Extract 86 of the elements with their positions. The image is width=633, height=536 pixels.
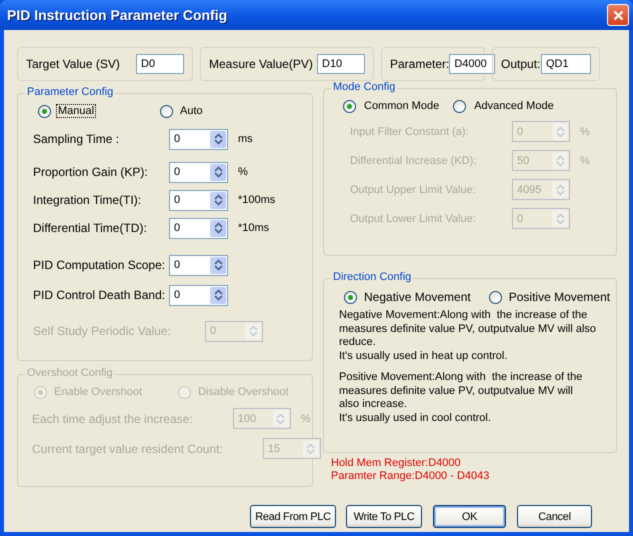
dialog-button[interactable]: OK bbox=[433, 505, 506, 528]
spin-buttons[interactable] bbox=[210, 220, 226, 236]
unit-label: % bbox=[238, 166, 248, 178]
spin-buttons[interactable] bbox=[210, 286, 226, 304]
spin-buttons[interactable] bbox=[210, 164, 226, 180]
up-down-arrows-icon bbox=[556, 154, 564, 166]
radio-label[interactable]: Common Mode bbox=[362, 99, 442, 113]
number-input[interactable]: 0 bbox=[170, 130, 209, 148]
up-down-arrows-icon bbox=[214, 222, 222, 234]
field-label: Output Lower Limit Value: bbox=[350, 212, 477, 224]
spin-box[interactable]: 0 bbox=[169, 128, 228, 150]
up-down-arrows-icon bbox=[214, 259, 222, 271]
number-input[interactable]: 0 bbox=[170, 162, 209, 182]
field-label: Differential Time(TD): bbox=[32, 221, 148, 235]
number-input[interactable]: 0 bbox=[170, 190, 209, 210]
description-text: Negative Movement:Along with the increase of the measures definite value PV, outputvalue MV will also reduce. It's usually used in heat up control. bbox=[339, 309, 598, 363]
up-down-arrows-icon bbox=[214, 166, 222, 178]
input-field[interactable]: D4000 bbox=[449, 54, 496, 74]
group-title: Mode Config bbox=[331, 81, 398, 93]
spin-box[interactable]: 0 bbox=[169, 190, 228, 210]
radio-label[interactable]: Manual bbox=[56, 104, 96, 118]
unit-label: % bbox=[300, 412, 311, 424]
number-input[interactable]: 0 bbox=[170, 286, 209, 304]
field-label: Self Study Periodic Value: bbox=[32, 324, 172, 338]
up-down-arrows-icon bbox=[214, 289, 222, 301]
close-icon bbox=[612, 10, 624, 20]
field-label: Proportion Gain (KP): bbox=[32, 165, 149, 179]
description-text: Positive Movement:Along with the increase of the measures definite value PV, outputvalue MV will also increase. It's usually used in cool control. bbox=[339, 371, 584, 425]
spin-box[interactable]: 0 bbox=[169, 284, 228, 306]
field-label: PID Control Death Band: bbox=[32, 288, 166, 302]
unit-label: *10ms bbox=[238, 222, 270, 234]
field-label: Input Filter Constant (a): bbox=[350, 126, 470, 138]
radio-button[interactable] bbox=[488, 290, 502, 304]
field-label: Output: bbox=[501, 57, 540, 71]
register-info-text: Hold Mem Register:D4000 bbox=[331, 457, 462, 470]
up-down-arrows-icon bbox=[214, 194, 222, 206]
up-down-arrows-icon bbox=[276, 412, 286, 424]
radio-label[interactable]: Auto bbox=[178, 104, 205, 118]
group-title: Direction Config bbox=[331, 271, 414, 283]
close-button[interactable] bbox=[607, 4, 629, 26]
input-field[interactable]: QD1 bbox=[541, 54, 591, 74]
field-label: Each time adjust the increase: bbox=[32, 412, 193, 426]
field-label: Differential Increase (KD): bbox=[350, 154, 478, 166]
radio-label[interactable]: Positive Movement bbox=[506, 289, 612, 305]
spin-buttons[interactable] bbox=[210, 256, 226, 274]
spin-box[interactable]: 0 bbox=[169, 162, 228, 182]
radio-label[interactable]: Advanced Mode bbox=[472, 99, 556, 113]
dialog-button[interactable]: Read From PLC bbox=[250, 505, 336, 528]
unit-label: % bbox=[580, 126, 590, 138]
window-title: PID Instruction Parameter Config bbox=[7, 7, 228, 23]
field-label: Sampling Time : bbox=[32, 132, 120, 146]
group-title: Parameter Config bbox=[25, 86, 116, 98]
up-down-arrows-icon bbox=[248, 325, 258, 337]
dialog-button[interactable]: Write To PLC bbox=[346, 505, 422, 528]
unit-label: *100ms bbox=[238, 194, 276, 206]
field-label: PID Computation Scope: bbox=[32, 258, 166, 272]
up-down-arrows-icon bbox=[556, 126, 564, 138]
number-input[interactable]: 0 bbox=[170, 256, 209, 274]
register-info-text: Paramter Range:D4000 - D4043 bbox=[331, 470, 490, 483]
up-down-arrows-icon bbox=[556, 184, 564, 196]
field-label: Output Upper Limit Value: bbox=[350, 184, 477, 196]
unit-label: ms bbox=[238, 133, 253, 145]
radio-button[interactable] bbox=[453, 100, 466, 112]
radio-button[interactable] bbox=[160, 104, 173, 118]
input-field[interactable]: D0 bbox=[136, 54, 184, 74]
field-label: Current target value resident Count: bbox=[32, 442, 223, 456]
spin-buttons[interactable] bbox=[210, 192, 226, 208]
dialog-button[interactable]: Cancel bbox=[517, 505, 592, 528]
up-down-arrows-icon bbox=[306, 442, 316, 454]
number-input[interactable]: 0 bbox=[170, 218, 209, 238]
field-label: Measure Value(PV) bbox=[209, 57, 313, 71]
spin-box[interactable]: 0 bbox=[169, 254, 228, 276]
field-label: Parameter: bbox=[390, 57, 450, 71]
up-down-arrows-icon bbox=[214, 133, 222, 145]
up-down-arrows-icon bbox=[556, 212, 564, 224]
field-label: Target Value (SV) bbox=[26, 57, 120, 71]
spin-buttons[interactable] bbox=[210, 130, 226, 148]
input-field[interactable]: D10 bbox=[317, 54, 365, 74]
spin-box[interactable]: 0 bbox=[169, 218, 228, 238]
field-label: Integration Time(TI): bbox=[32, 193, 142, 207]
radio-button[interactable] bbox=[343, 100, 356, 112]
group-title: Overshoot Config bbox=[25, 367, 115, 379]
radio-button[interactable] bbox=[344, 290, 357, 304]
unit-label: % bbox=[580, 154, 590, 166]
radio-label[interactable]: Negative Movement bbox=[362, 289, 473, 305]
radio-button[interactable] bbox=[38, 104, 51, 118]
